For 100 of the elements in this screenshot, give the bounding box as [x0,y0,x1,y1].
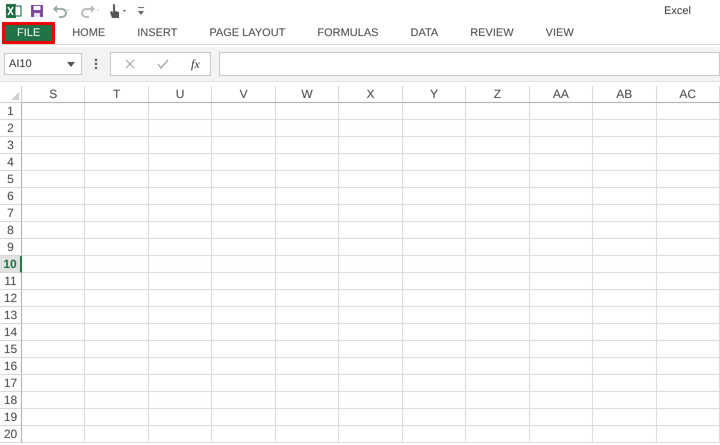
grid-cell[interactable] [339,154,403,171]
grid-cell[interactable] [276,375,340,392]
column-header[interactable]: T [85,86,149,103]
grid-cell[interactable] [593,103,657,120]
grid-cell[interactable] [276,392,340,409]
row-header[interactable]: 1 [0,103,22,120]
grid-cell[interactable] [402,324,466,341]
grid-cell[interactable] [22,120,86,137]
row-header[interactable]: 20 [0,426,22,443]
grid-cell[interactable] [148,290,212,307]
grid-cell[interactable] [22,273,86,290]
grid-cell[interactable] [339,307,403,324]
grid-cell[interactable] [339,324,403,341]
grid-cell[interactable] [656,426,720,443]
select-all-corner[interactable] [0,86,22,103]
ribbon-tab[interactable]: REVIEW [455,22,529,44]
grid-cell[interactable] [22,171,86,188]
cancel-icon[interactable] [125,59,135,69]
grid-cell[interactable] [402,137,466,154]
grid-cell[interactable] [148,426,212,443]
grid-cell[interactable] [402,120,466,137]
grid-cell[interactable] [656,205,720,222]
column-header[interactable]: Y [402,86,466,103]
grid-cell[interactable] [22,409,86,426]
grid-cell[interactable] [148,222,212,239]
grid-cell[interactable] [530,239,594,256]
grid-cell[interactable] [148,307,212,324]
grid-cell[interactable] [530,358,594,375]
grid-cell[interactable] [593,307,657,324]
grid-cell[interactable] [466,188,530,205]
grid-cell[interactable] [656,222,720,239]
grid-cell[interactable] [656,239,720,256]
row-header[interactable]: 11 [0,273,22,290]
row-header[interactable]: 14 [0,324,22,341]
grid-cell[interactable] [212,188,276,205]
grid-cell[interactable] [530,409,594,426]
ribbon-tab[interactable]: HOME [57,22,120,44]
grid-cell[interactable] [85,154,149,171]
grid-cell[interactable] [402,222,466,239]
grid-cell[interactable] [85,188,149,205]
grid-cell[interactable] [339,392,403,409]
grid-cell[interactable] [85,120,149,137]
row-header[interactable]: 3 [0,137,22,154]
grid-cell[interactable] [276,290,340,307]
grid-cell[interactable] [466,392,530,409]
grid-cell[interactable] [339,120,403,137]
grid-cell[interactable] [593,273,657,290]
grid-cell[interactable] [402,392,466,409]
grid-cell[interactable] [339,426,403,443]
grid-cell[interactable] [530,307,594,324]
grid-cell[interactable] [276,341,340,358]
grid-cell[interactable] [530,205,594,222]
column-header[interactable]: S [22,86,86,103]
grid-cell[interactable] [276,154,340,171]
grid-cell[interactable] [530,392,594,409]
grid-cell[interactable] [402,426,466,443]
name-box[interactable]: AI10 [4,53,82,75]
grid-cell[interactable] [466,256,530,273]
grid-cell[interactable] [402,154,466,171]
customize-toolbar-icon[interactable] [136,5,146,17]
grid-cell[interactable] [22,188,86,205]
grid-cell[interactable] [22,137,86,154]
column-header[interactable]: V [212,86,276,103]
grid-cell[interactable] [212,341,276,358]
grid-cell[interactable] [85,290,149,307]
grid-cell[interactable] [339,256,403,273]
grid-cell[interactable] [148,171,212,188]
grid-cell[interactable] [22,426,86,443]
grid-cell[interactable] [593,409,657,426]
grid-cell[interactable] [212,426,276,443]
grid-cell[interactable] [148,273,212,290]
grid-cell[interactable] [22,205,86,222]
grid-cell[interactable] [276,188,340,205]
row-header[interactable]: 16 [0,358,22,375]
grid-cell[interactable] [466,137,530,154]
row-header[interactable]: 15 [0,341,22,358]
grid-cell[interactable] [22,256,86,273]
grid-cell[interactable] [593,375,657,392]
grid-cell[interactable] [148,341,212,358]
grid-cell[interactable] [22,103,86,120]
grid-cell[interactable] [85,358,149,375]
grid-cell[interactable] [530,256,594,273]
grid-cell[interactable] [656,358,720,375]
column-header[interactable]: X [339,86,403,103]
grid-cell[interactable] [466,222,530,239]
grid-cell[interactable] [593,171,657,188]
grid-cell[interactable] [276,205,340,222]
grid-cell[interactable] [276,239,340,256]
row-header[interactable]: 5 [0,171,22,188]
row-header[interactable]: 10 [0,256,22,273]
grid-cell[interactable] [85,205,149,222]
ribbon-tab[interactable]: DATA [396,22,454,44]
grid-cell[interactable] [212,358,276,375]
grid-cell[interactable] [593,358,657,375]
grid-cell[interactable] [212,307,276,324]
grid-cell[interactable] [212,120,276,137]
grid-cell[interactable] [276,222,340,239]
grid-cell[interactable] [656,307,720,324]
column-header[interactable]: Z [466,86,530,103]
grid-cell[interactable] [656,392,720,409]
